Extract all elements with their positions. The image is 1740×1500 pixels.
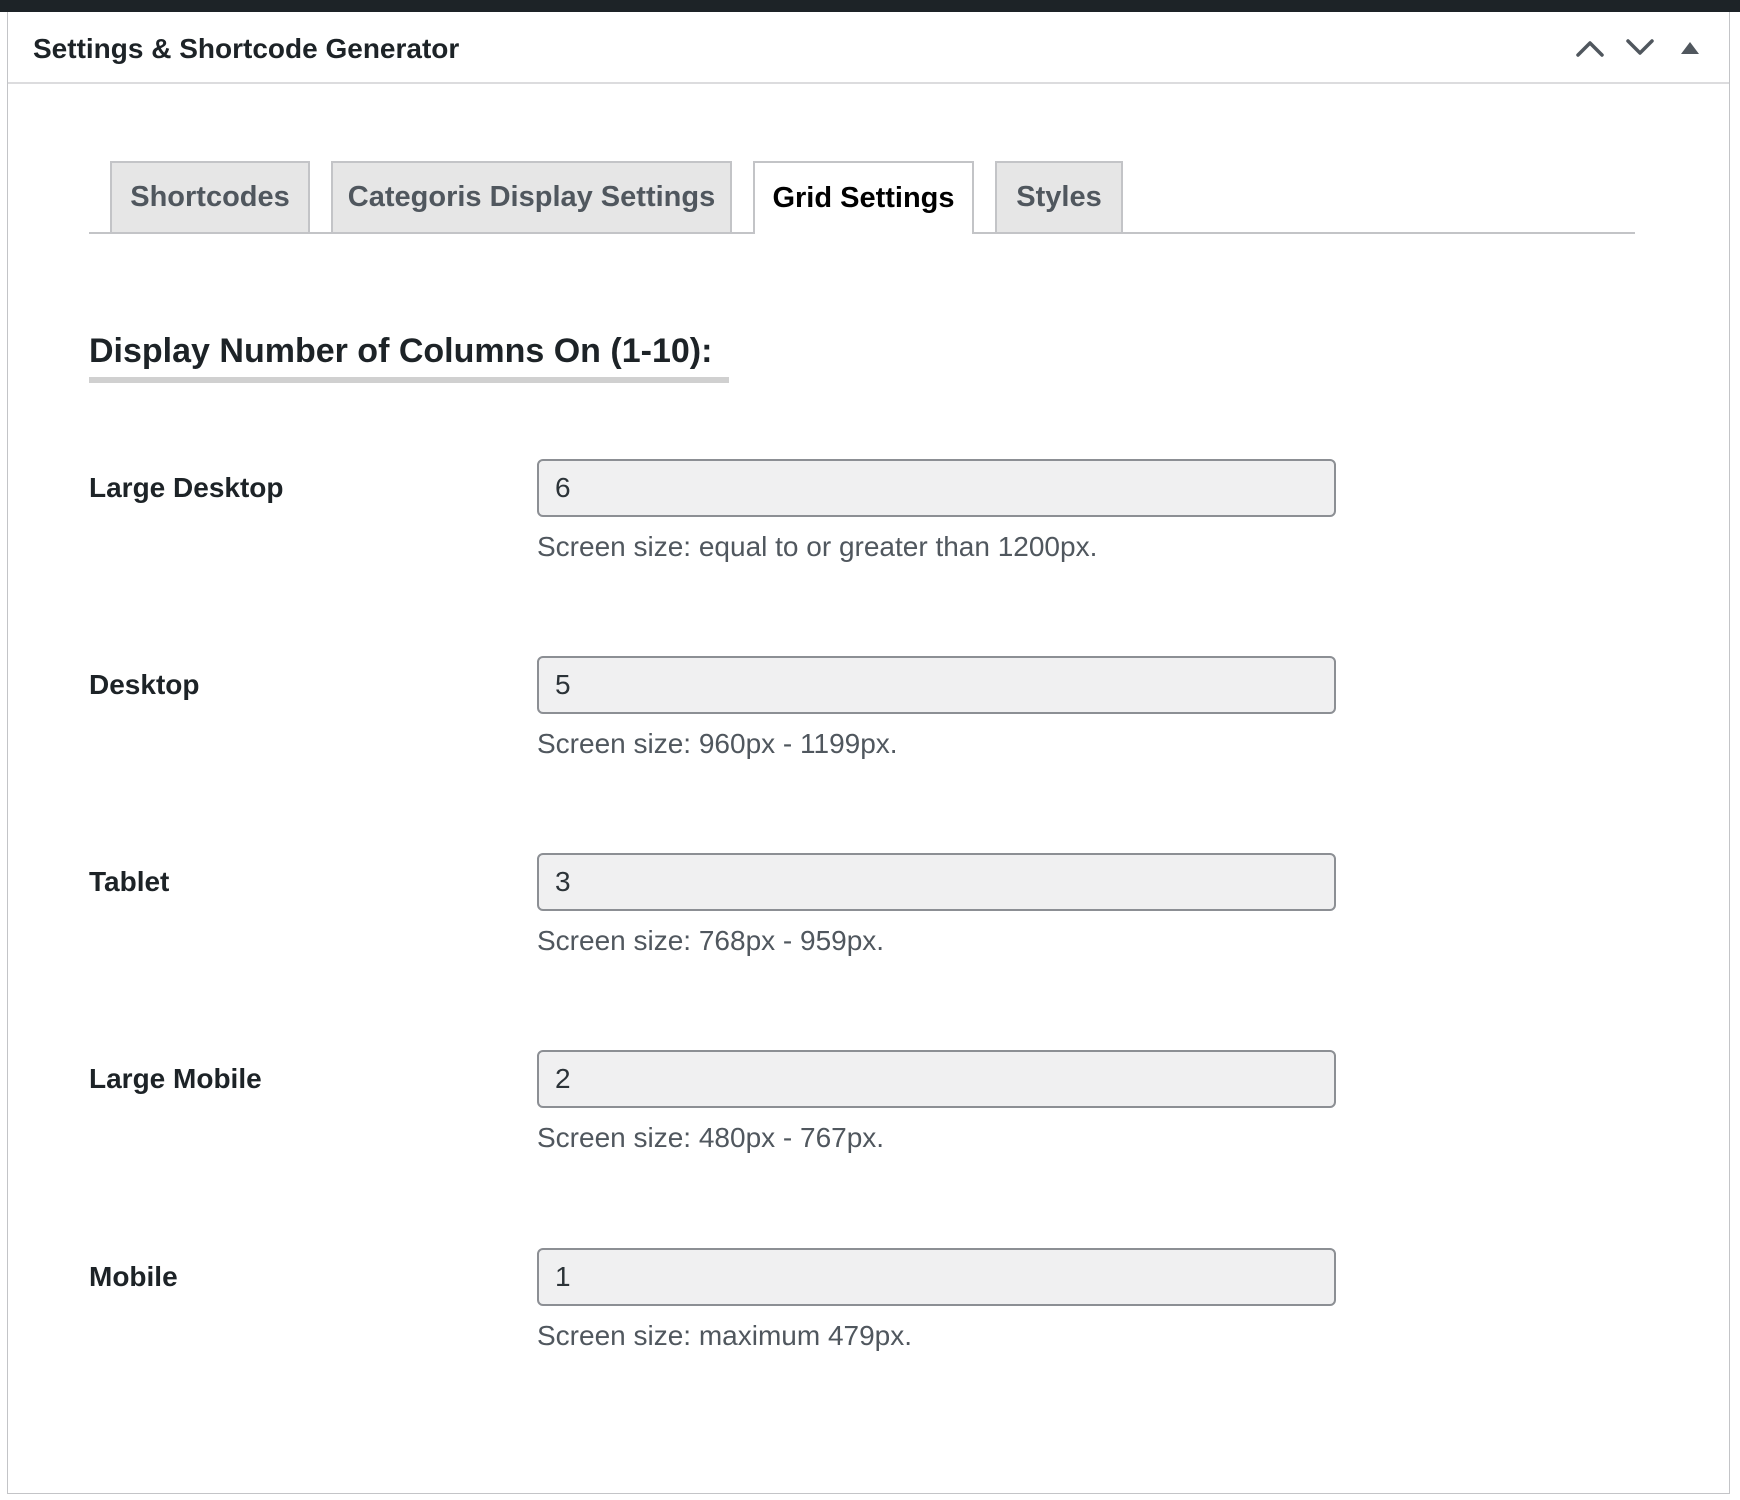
toggle-panel-button[interactable] bbox=[1665, 26, 1715, 70]
settings-tabs: Shortcodes Categoris Display Settings Gr… bbox=[89, 148, 1635, 234]
tab-styles[interactable]: Styles bbox=[995, 161, 1123, 232]
large-desktop-label: Large Desktop bbox=[89, 472, 284, 503]
mobile-label: Mobile bbox=[89, 1261, 178, 1292]
tablet-columns-input[interactable] bbox=[537, 853, 1336, 911]
mobile-columns-input[interactable] bbox=[537, 1248, 1336, 1306]
desktop-hint: Screen size: 960px - 1199px. bbox=[537, 728, 898, 759]
admin-top-bar bbox=[0, 0, 1740, 12]
panel-handle-actions bbox=[1565, 26, 1715, 70]
large-mobile-columns-input[interactable] bbox=[537, 1050, 1336, 1108]
move-up-button[interactable] bbox=[1565, 26, 1615, 70]
tab-categoris-display-settings[interactable]: Categoris Display Settings bbox=[331, 161, 732, 232]
triangle-up-icon bbox=[1681, 42, 1699, 54]
tab-shortcodes[interactable]: Shortcodes bbox=[110, 161, 310, 232]
large-desktop-columns-input[interactable] bbox=[537, 459, 1336, 517]
chevron-up-icon bbox=[1576, 39, 1604, 57]
desktop-columns-input[interactable] bbox=[537, 656, 1336, 714]
tablet-label: Tablet bbox=[89, 866, 170, 897]
panel-header: Settings & Shortcode Generator bbox=[8, 12, 1729, 84]
large-mobile-label: Large Mobile bbox=[89, 1063, 262, 1094]
large-desktop-hint: Screen size: equal to or greater than 12… bbox=[537, 531, 1098, 562]
panel-title: Settings & Shortcode Generator bbox=[33, 33, 460, 64]
tablet-hint: Screen size: 768px - 959px. bbox=[537, 925, 885, 956]
large-mobile-hint: Screen size: 480px - 767px. bbox=[537, 1122, 885, 1153]
move-down-button[interactable] bbox=[1615, 26, 1665, 70]
section-heading-underline bbox=[89, 377, 729, 383]
mobile-hint: Screen size: maximum 479px. bbox=[537, 1320, 913, 1351]
tab-grid-settings[interactable]: Grid Settings bbox=[753, 161, 974, 234]
desktop-label: Desktop bbox=[89, 669, 200, 700]
chevron-down-icon bbox=[1626, 39, 1654, 57]
section-heading: Display Number of Columns On (1-10): bbox=[89, 332, 713, 370]
